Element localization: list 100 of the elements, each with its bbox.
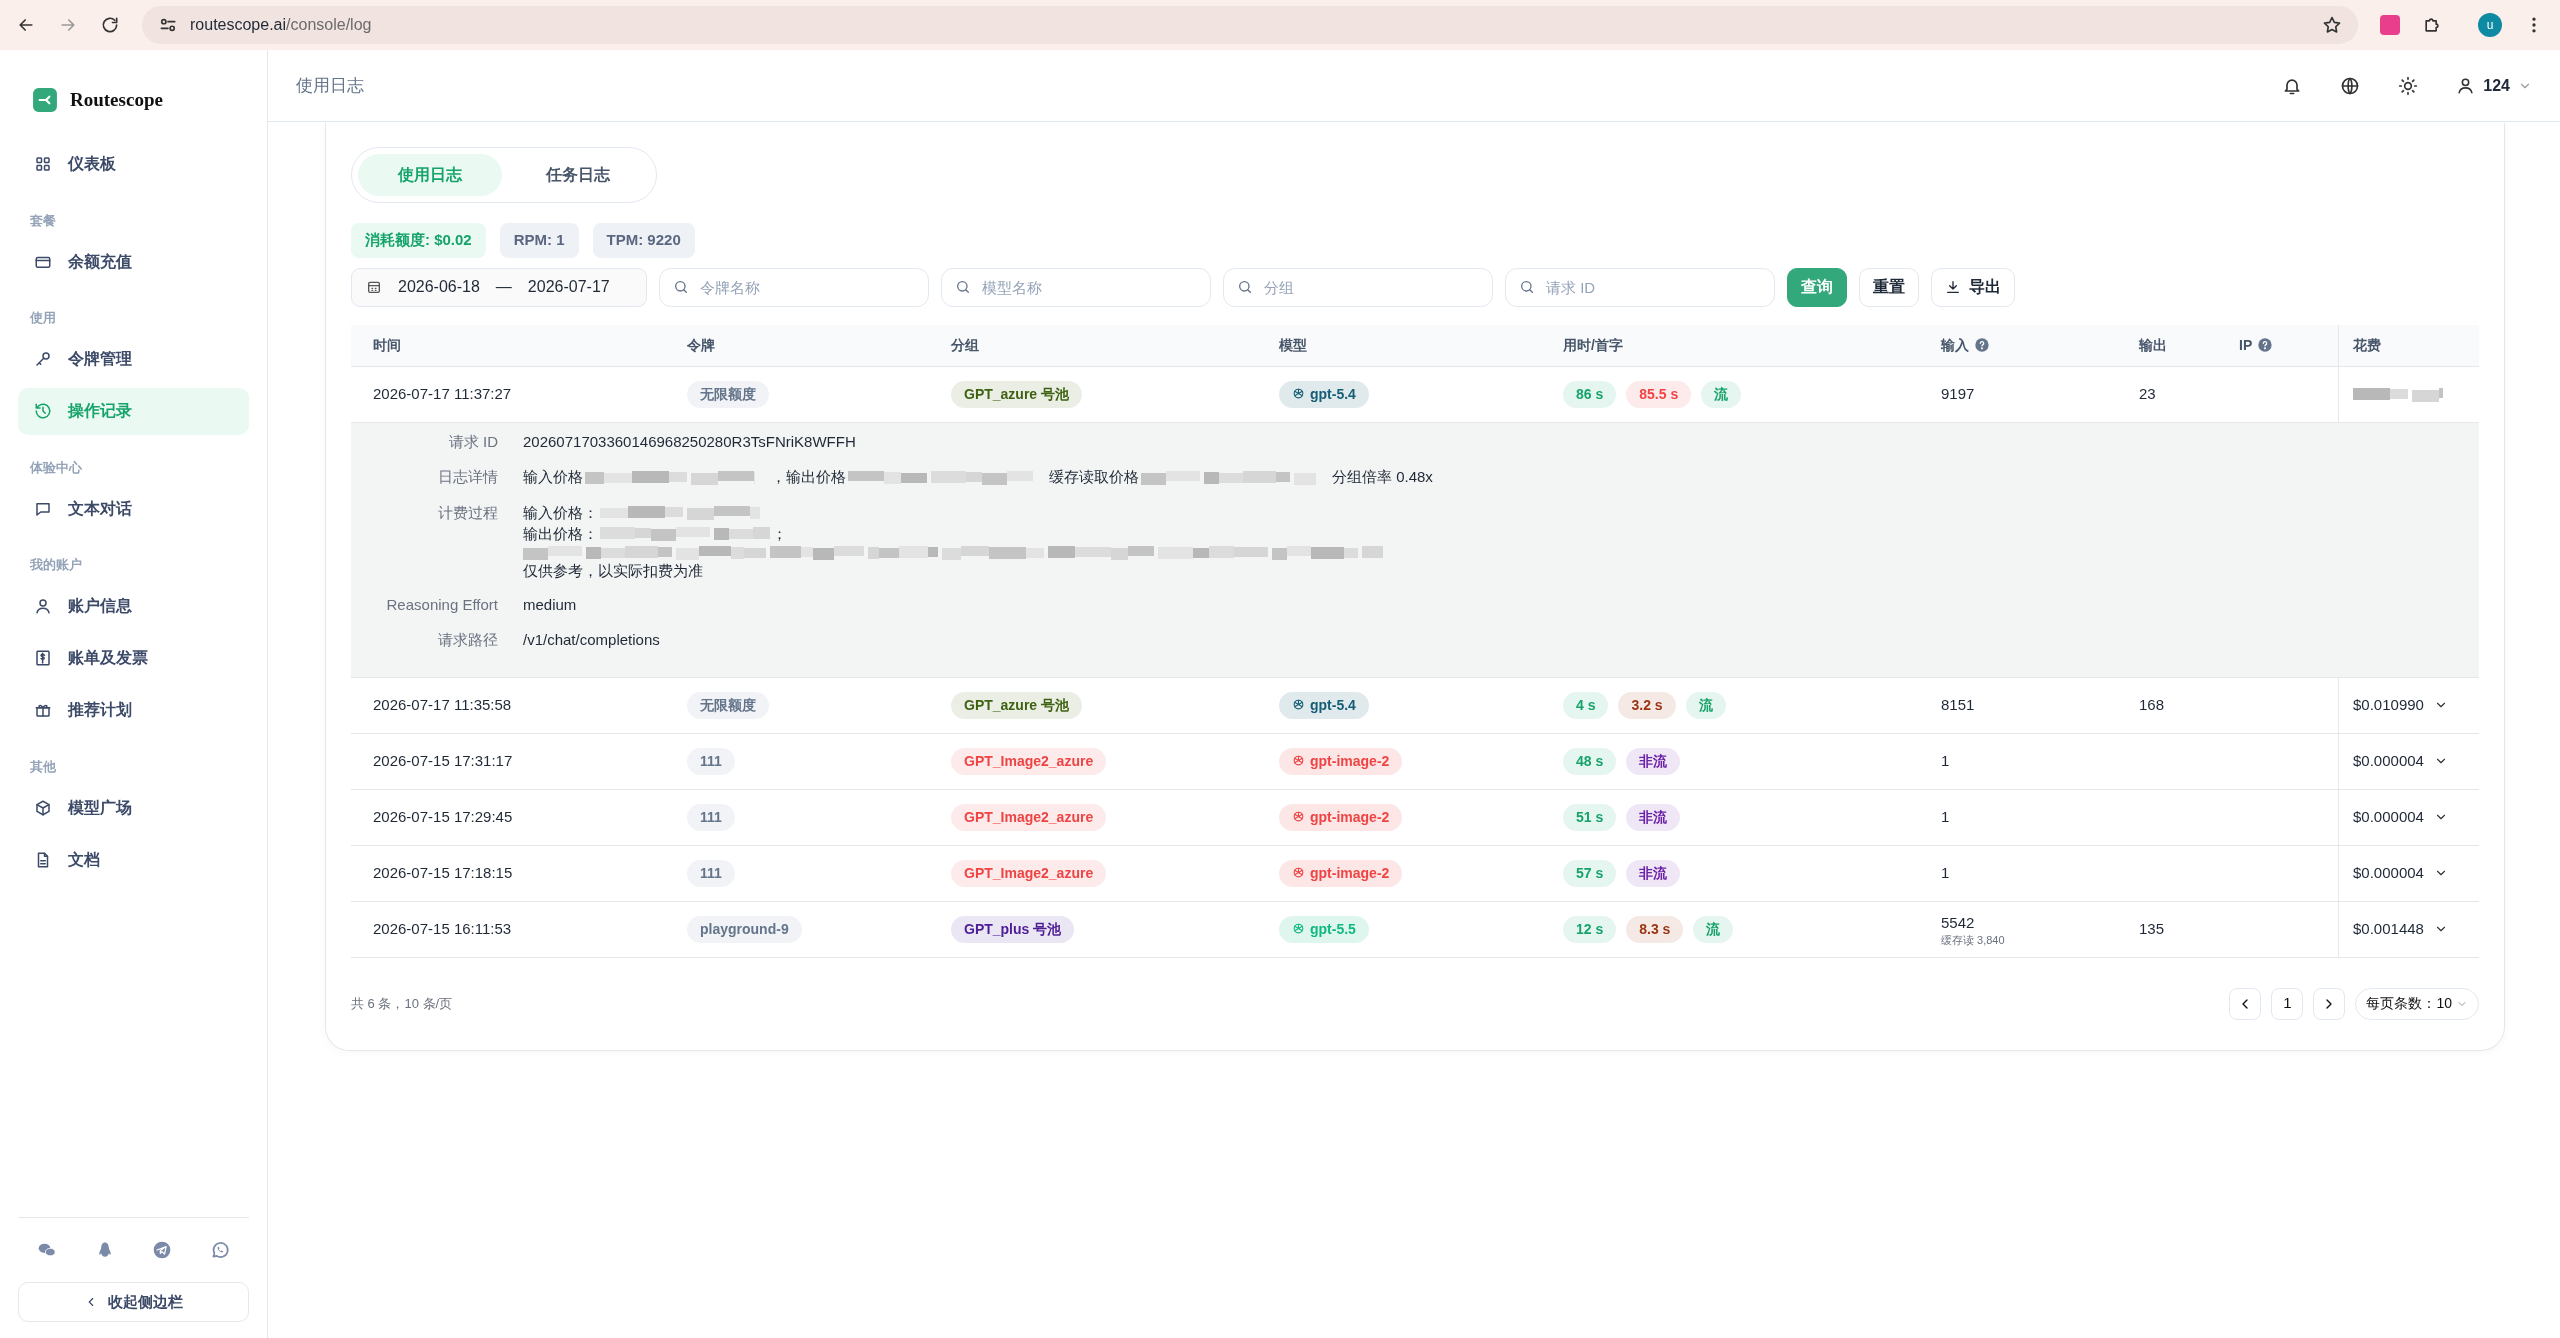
stat-badge: RPM: 1 <box>499 223 579 258</box>
punctuation: ； <box>772 523 787 544</box>
timing-tag: 流 <box>1701 380 1742 408</box>
column-header: 时间 <box>373 335 402 355</box>
input-tokens: 8151 <box>1941 694 1976 715</box>
profile-avatar[interactable]: u <box>2478 13 2502 37</box>
group-tag: GPT_Image2_azure <box>951 859 1107 887</box>
export-button[interactable]: 导出 <box>1931 267 2015 307</box>
timestamp: 2026-07-15 16:11:53 <box>373 918 513 939</box>
section-label: 套餐 <box>29 211 57 230</box>
detail-value: 2026071703360146968250280R3TsFNriK8WFFH <box>523 431 857 452</box>
end-date: 2026-07-17 <box>527 277 610 297</box>
detail-label: 计费过程 <box>437 502 498 523</box>
column-header: 模型 <box>1279 335 1308 355</box>
billing-note: 仅供参考，以实际扣费为准 <box>523 560 703 581</box>
detail-value: /v1/chat/completions <box>523 630 661 650</box>
model-tag: gpt-image-2 <box>1279 803 1403 831</box>
page-number[interactable]: 1 <box>2271 987 2304 1020</box>
cost-value: $0.001448 <box>2353 918 2424 939</box>
puzzle-icon[interactable] <box>2422 15 2442 35</box>
billing-label: 输入价格： <box>523 502 598 523</box>
timing-tag: 非流 <box>1626 803 1681 831</box>
user-icon <box>34 597 52 615</box>
timestamp: 2026-07-15 17:29:45 <box>373 806 514 827</box>
collapse-sidebar-button[interactable]: 收起侧边栏 <box>18 1282 249 1322</box>
previous-page-button[interactable] <box>2229 987 2262 1020</box>
page-size-select[interactable]: 每页条数：10 <box>2355 987 2479 1020</box>
user-menu[interactable]: 124 <box>2456 73 2532 98</box>
star-icon[interactable] <box>2322 15 2342 35</box>
detail-label: 请求路径 <box>437 630 498 650</box>
help-icon[interactable] <box>1974 337 1990 353</box>
cost-value: $0.000004 <box>2353 750 2424 771</box>
reload-icon[interactable] <box>100 15 120 35</box>
sidebar-item[interactable]: 余额充值 <box>18 238 249 285</box>
timing-tag: 4 s <box>1563 691 1609 719</box>
detail-value: medium <box>523 594 578 615</box>
tab[interactable]: 任务日志 <box>506 154 650 196</box>
globe-icon[interactable] <box>2340 75 2361 96</box>
logo-icon <box>32 87 58 114</box>
sidebar-item[interactable]: 令牌管理 <box>18 335 249 383</box>
output-tokens: 168 <box>2139 695 2165 713</box>
token-tag: 111 <box>687 859 735 887</box>
calendar-icon <box>366 279 382 295</box>
timestamp: 2026-07-15 17:18:15 <box>373 862 514 883</box>
telegram-icon[interactable] <box>152 1240 173 1260</box>
column-header: IP <box>2239 335 2253 355</box>
sidebar-item[interactable]: 推荐计划 <box>18 686 249 734</box>
detail-label: Reasoning Effort <box>385 594 498 615</box>
dollar-document-icon <box>34 649 52 667</box>
search-field[interactable]: 模型名称 <box>941 267 1211 307</box>
model-tag: gpt-image-2 <box>1279 747 1403 775</box>
key-icon <box>34 350 52 368</box>
input-tokens: 5542 <box>1941 913 1976 934</box>
help-icon[interactable] <box>2257 337 2274 353</box>
timing-tag: 12 s <box>1563 915 1617 943</box>
sidebar-item[interactable]: 账户信息 <box>18 582 249 630</box>
date-range-field[interactable]: 2026-06-18 — 2026-07-17 <box>351 267 647 307</box>
search-field[interactable]: 请求 ID <box>1505 267 1775 307</box>
timing-tag: 51 s <box>1563 803 1617 831</box>
price-label: 缓存读取价格 <box>1049 467 1139 487</box>
timestamp: 2026-07-15 17:31:17 <box>373 750 514 771</box>
search-field[interactable]: 令牌名称 <box>659 267 929 307</box>
address-bar[interactable]: routescope.ai/console/log <box>142 6 2358 44</box>
model-logo-icon <box>1292 697 1305 711</box>
section-label: 体验中心 <box>28 458 83 477</box>
timestamp: 2026-07-17 11:37:27 <box>373 383 513 404</box>
next-page-button[interactable] <box>2313 987 2346 1020</box>
model-logo-icon <box>1292 753 1305 767</box>
search-icon <box>1519 278 1535 295</box>
timing-tag: 非流 <box>1626 747 1681 775</box>
sidebar-item[interactable]: 文本对话 <box>18 485 249 532</box>
page-title: 使用日志 <box>296 74 364 97</box>
input-tokens: 1 <box>1941 750 1951 771</box>
section-label: 我的账户 <box>29 556 83 574</box>
billing-label: 输出价格： <box>523 523 598 544</box>
search-field[interactable]: 分组 <box>1223 267 1493 307</box>
reset-button[interactable]: 重置 <box>1859 267 1919 307</box>
timing-tag: 3.2 s <box>1618 691 1676 719</box>
column-header: 用时/首字 <box>1563 335 1624 355</box>
timing-tag: 86 s <box>1563 380 1617 408</box>
user-icon <box>2456 76 2476 95</box>
timing-tag: 非流 <box>1626 859 1681 887</box>
group-tag: GPT_Image2_azure <box>951 803 1107 831</box>
group-tag: GPT_plus 号池 <box>951 915 1075 943</box>
cost-value: $0.000004 <box>2353 806 2424 827</box>
sidebar-item[interactable]: 账单及发票 <box>18 634 249 682</box>
whatsapp-icon[interactable] <box>210 1240 231 1260</box>
section-label: 使用 <box>28 309 57 327</box>
group-tag: GPT_azure 号池 <box>951 691 1083 719</box>
sun-icon[interactable] <box>2398 75 2419 96</box>
cache-read-note: 缓存读 3,840 <box>1941 934 2006 946</box>
sidebar-item[interactable]: 仪表板 <box>18 140 249 188</box>
group-tag: GPT_Image2_azure <box>951 747 1107 775</box>
model-tag: gpt-5.4 <box>1279 380 1369 408</box>
sidebar-item[interactable]: 模型广场 <box>18 784 249 831</box>
price-label: 分组倍率 0.48x <box>1332 467 1433 487</box>
column-header: 分组 <box>951 335 980 355</box>
sidebar-item[interactable]: 文档 <box>18 836 249 883</box>
price-label: 输入价格 <box>523 467 583 487</box>
model-logo-icon <box>1292 386 1305 400</box>
